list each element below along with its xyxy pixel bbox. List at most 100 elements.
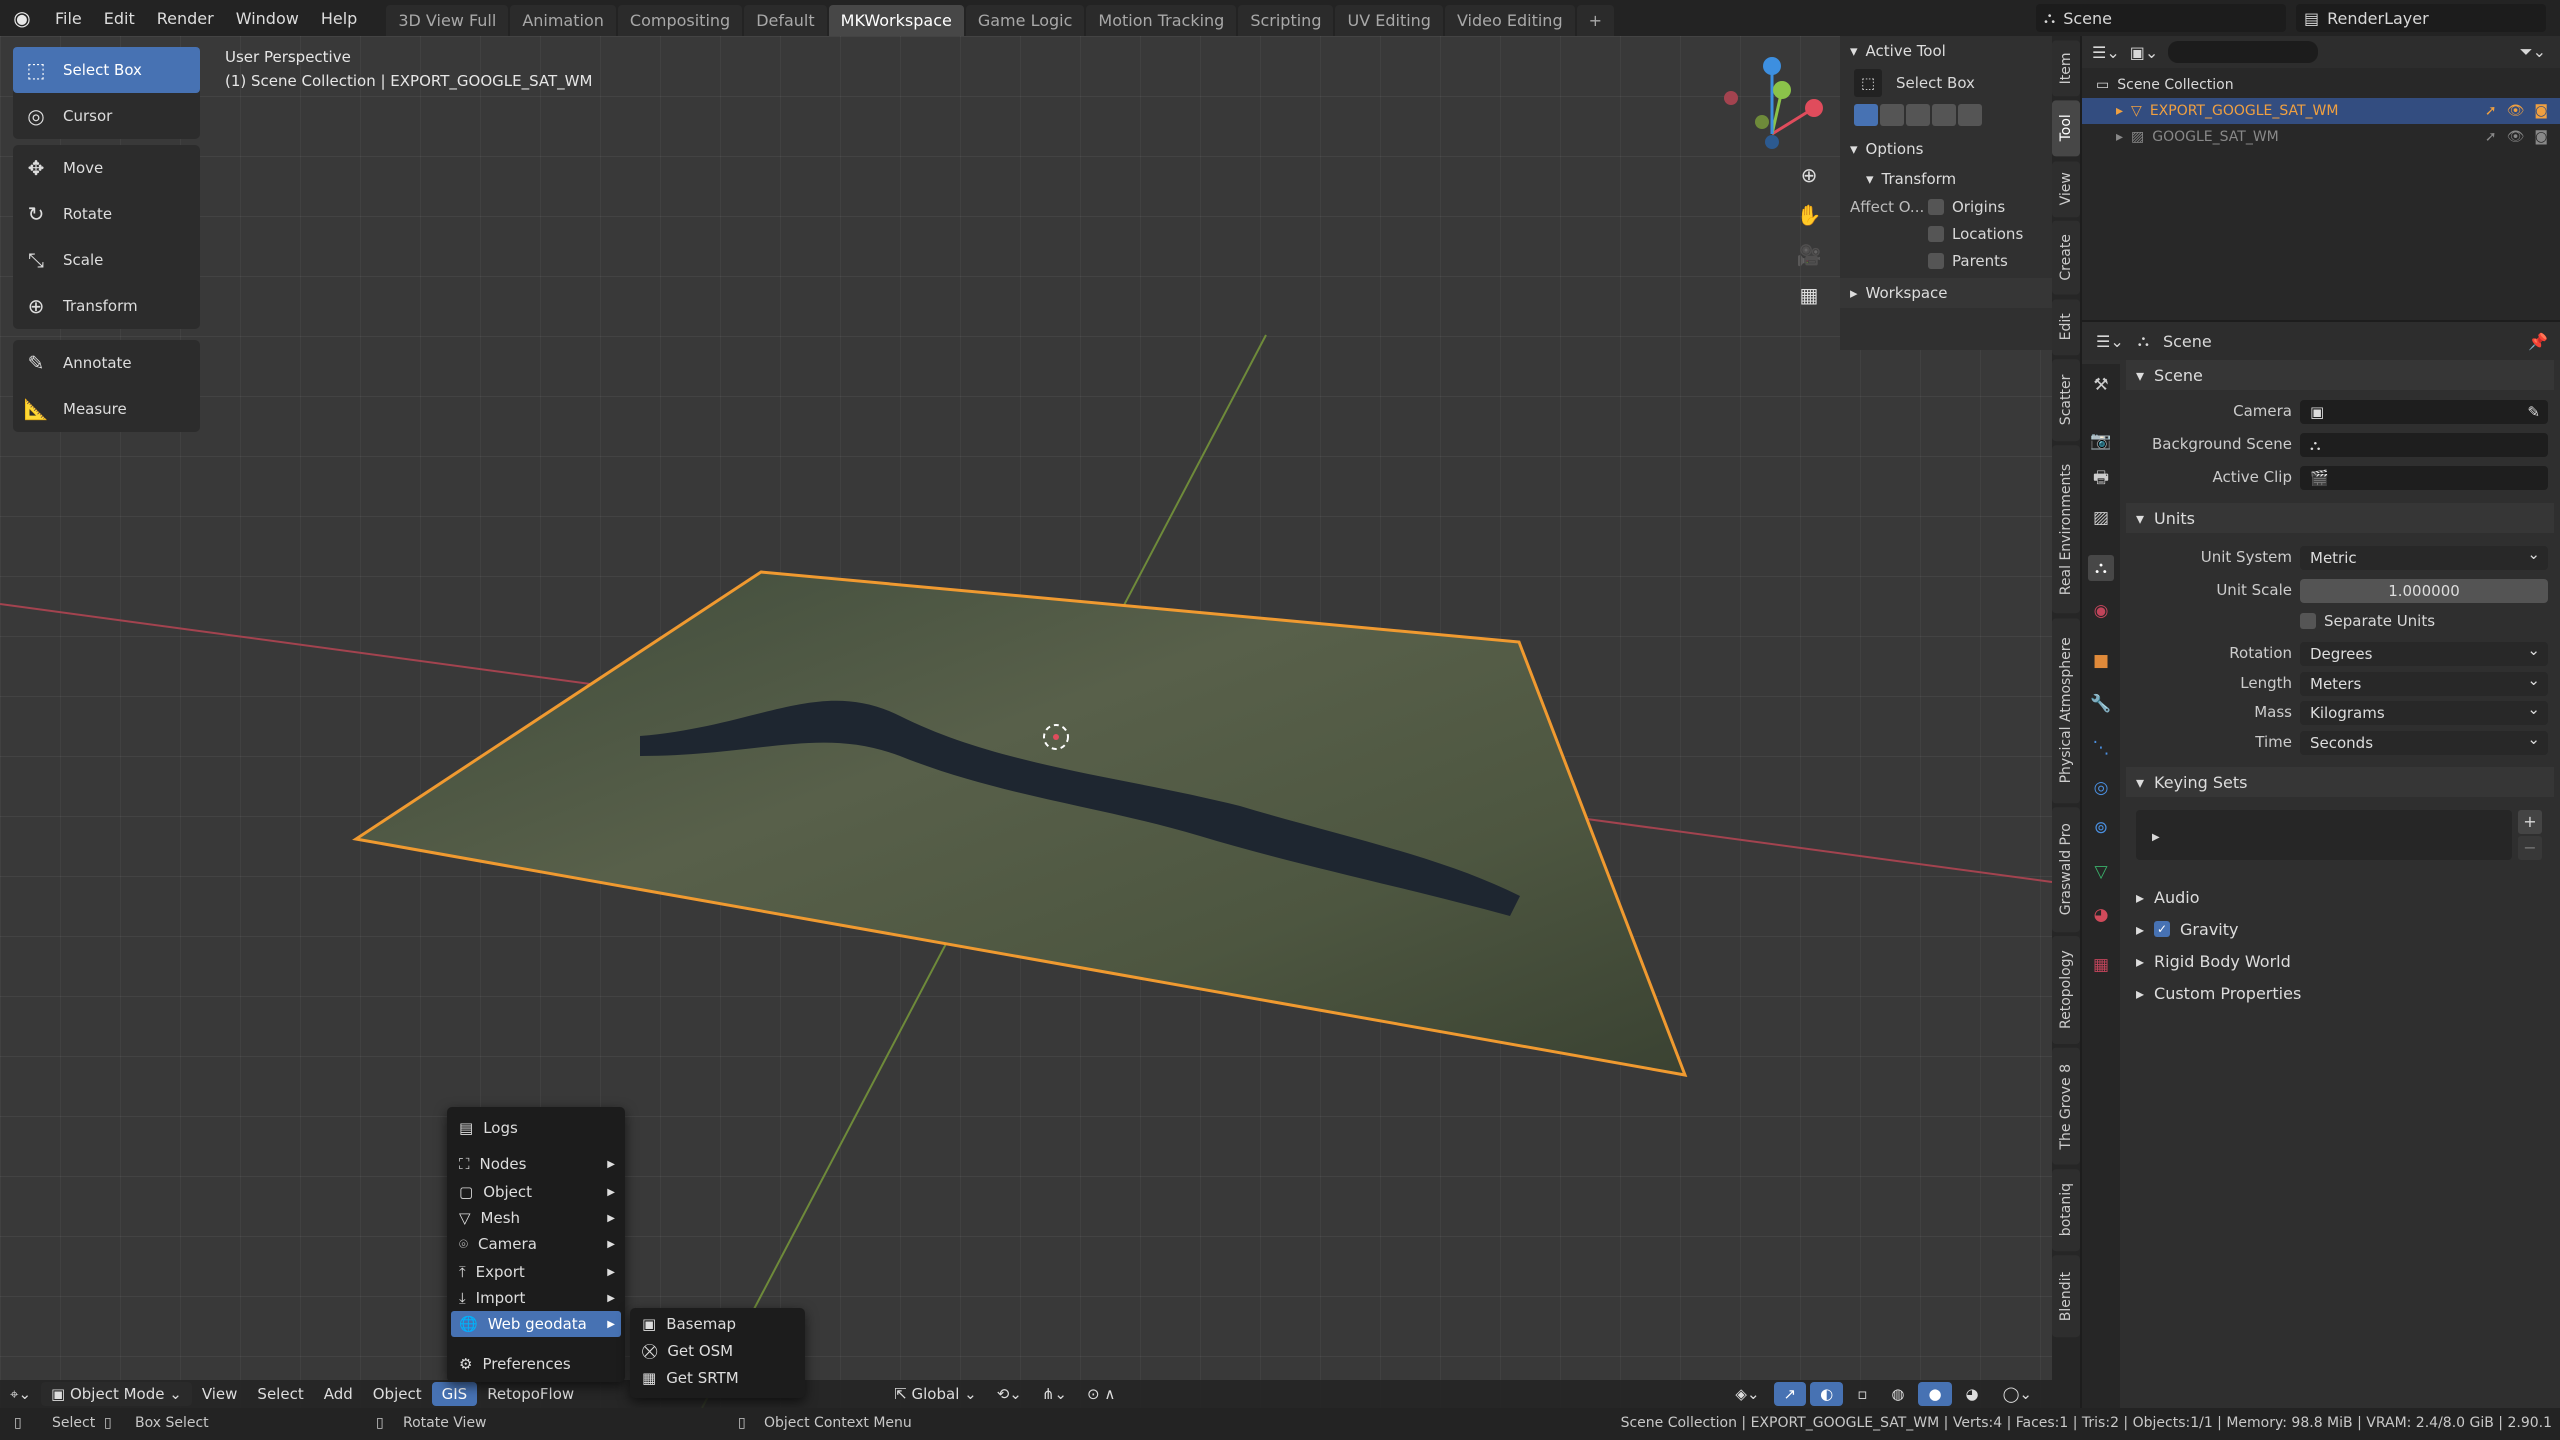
outliner-row[interactable]: ▸ ▨ GOOGLE_SAT_WM ➚ 👁 ◙	[2082, 124, 2560, 150]
menu-item-import[interactable]: ⤓ Import ▶	[451, 1285, 621, 1311]
tool-rotate[interactable]: ↻ Rotate	[13, 191, 200, 237]
orientation-dropdown[interactable]: ⇱ Global ⌄	[884, 1382, 987, 1406]
menu-item-mesh[interactable]: ▽ Mesh ▶	[451, 1205, 621, 1231]
display-mode-icon[interactable]: ▣⌄	[2130, 43, 2159, 62]
gravity-panel-header[interactable]: ▸ ✓ Gravity	[2126, 914, 2554, 944]
scene-panel-header[interactable]: ▾ Scene	[2126, 360, 2554, 390]
menu-item-logs[interactable]: ▤ Logs	[451, 1115, 621, 1141]
blender-logo-icon[interactable]: ◉	[0, 6, 44, 30]
parents-checkbox[interactable]	[1928, 253, 1944, 269]
menu-item-nodes[interactable]: ⛶ Nodes ▶	[451, 1151, 621, 1177]
mode-subtract-button[interactable]	[1906, 104, 1930, 126]
sidebar-tab-physical-atmosphere[interactable]: Physical Atmosphere	[2052, 617, 2080, 803]
menu-item-export[interactable]: ⤒ Export ▶	[451, 1259, 621, 1285]
camera-view-icon[interactable]: 🎥	[1792, 238, 1826, 272]
texture-icon[interactable]: ▦	[2088, 952, 2114, 978]
menu-object[interactable]: Object	[363, 1382, 432, 1406]
proportional-editing-icon[interactable]: ⊙ ∧	[1077, 1382, 1125, 1406]
workspace-header[interactable]: ▸ Workspace	[1840, 278, 2052, 308]
editor-type-icon[interactable]: ☰⌄	[2096, 332, 2124, 351]
affect-locations[interactable]: Locations	[1928, 225, 2023, 243]
3d-viewport[interactable]: User Perspective (1) Scene Collection | …	[0, 36, 2052, 1408]
menu-retopoflow[interactable]: RetopoFlow	[477, 1382, 584, 1406]
tool-scale[interactable]: ⤡ Scale	[13, 237, 200, 283]
eye-icon[interactable]: 👁	[2507, 103, 2525, 119]
select-arrow-icon[interactable]: ➚	[2485, 103, 2497, 119]
snap-icon[interactable]: ⋔⌄	[1032, 1382, 1077, 1406]
menu-item-camera[interactable]: ⌾ Camera ▶	[451, 1231, 621, 1257]
menu-window[interactable]: Window	[225, 9, 310, 28]
sidebar-tab-retopology[interactable]: Retopology	[2052, 936, 2080, 1045]
sidebar-tab-tool[interactable]: Tool	[2052, 100, 2080, 157]
tab-compositing[interactable]: Compositing	[617, 5, 743, 36]
sidebar-tab-view[interactable]: View	[2052, 160, 2080, 218]
separate-units-checkbox[interactable]	[2300, 613, 2316, 629]
object-mode-dropdown[interactable]: ▣ Object Mode ⌄	[41, 1382, 192, 1406]
outliner-row[interactable]: ▸ ▽ EXPORT_GOOGLE_SAT_WM ➚ 👁 ◙	[2082, 98, 2560, 124]
pin-icon[interactable]: 📌	[2528, 332, 2548, 351]
eye-icon[interactable]: 👁	[2507, 129, 2525, 145]
affect-parents[interactable]: Parents	[1928, 252, 2008, 270]
gizmo-toggle-icon[interactable]: ↗	[1773, 1382, 1807, 1406]
menu-gis[interactable]: GIS	[431, 1382, 478, 1406]
affect-origins[interactable]: Origins	[1928, 198, 2005, 216]
tool-move[interactable]: ✥ Move	[13, 145, 200, 191]
select-arrow-icon[interactable]: ➚	[2485, 129, 2497, 145]
menu-help[interactable]: Help	[310, 9, 368, 28]
remove-keying-set-button[interactable]: −	[2518, 836, 2542, 860]
mode-new-button[interactable]	[1854, 104, 1878, 126]
mode-extend-button[interactable]	[1880, 104, 1904, 126]
overlay-toggle-icon[interactable]: ◐	[1810, 1382, 1844, 1406]
tab-uv-editing[interactable]: UV Editing	[1335, 5, 1443, 36]
outliner-row[interactable]: ▭ Scene Collection	[2082, 72, 2560, 98]
rigid-body-world-panel-header[interactable]: ▸ Rigid Body World	[2126, 946, 2554, 976]
tab-scripting[interactable]: Scripting	[1238, 5, 1334, 36]
gravity-checkbox[interactable]: ✓	[2154, 921, 2171, 937]
world-icon[interactable]: ◉	[2088, 598, 2114, 624]
sidebar-tab-edit[interactable]: Edit	[2052, 298, 2080, 356]
material-shading-icon[interactable]: ◕	[1956, 1382, 1989, 1406]
editor-type-icon[interactable]: ⌖⌄	[0, 1382, 41, 1406]
tab-game-logic[interactable]: Game Logic	[965, 5, 1085, 36]
visibility-icon[interactable]: ◈⌄	[1725, 1382, 1769, 1406]
menu-item-basemap[interactable]: ▣ Basemap	[634, 1311, 801, 1337]
time-dropdown[interactable]: Seconds	[2300, 727, 2548, 755]
tab-default[interactable]: Default	[744, 5, 827, 36]
active-tool-header[interactable]: ▾ Active Tool	[1840, 36, 2052, 66]
sidebar-tab-real-environments[interactable]: Real Environments	[2052, 445, 2080, 614]
data-icon[interactable]: ▽	[2088, 859, 2114, 885]
menu-item-web-geodata[interactable]: 🌐 Web geodata ▶	[451, 1311, 621, 1337]
custom-properties-panel-header[interactable]: ▸ Custom Properties	[2126, 978, 2554, 1008]
expand-arrow-icon[interactable]: ▸	[2116, 103, 2123, 119]
camera-field[interactable]: ▣ ✎	[2300, 400, 2548, 424]
menu-select[interactable]: Select	[247, 1382, 313, 1406]
tab-3d-view-full[interactable]: 3D View Full	[386, 5, 509, 36]
mass-dropdown[interactable]: Kilograms	[2300, 697, 2548, 725]
audio-panel-header[interactable]: ▸ Audio	[2126, 882, 2554, 912]
mode-invert-button[interactable]	[1932, 104, 1956, 126]
sidebar-tab-botaniq[interactable]: botaniq	[2052, 1168, 2080, 1251]
editor-type-icon[interactable]: ☰⌄	[2092, 43, 2120, 62]
rendered-shading-icon[interactable]: ◯⌄	[1993, 1382, 2042, 1406]
solid-shading-icon[interactable]: ●	[1918, 1382, 1952, 1406]
keying-sets-panel-header[interactable]: ▾ Keying Sets	[2126, 767, 2554, 797]
filter-icon[interactable]: ⏷⌄	[2520, 42, 2546, 62]
view-layer-icon[interactable]: ▨	[2088, 505, 2114, 531]
transform-subheader[interactable]: ▾ Transform	[1840, 164, 2052, 194]
add-workspace-button[interactable]: +	[1576, 5, 1614, 36]
tool-transform[interactable]: ⊕ Transform	[13, 283, 200, 329]
tool-measure[interactable]: 📐 Measure	[13, 386, 200, 432]
sidebar-tab-scatter[interactable]: Scatter	[2052, 359, 2080, 442]
rotation-dropdown[interactable]: Degrees	[2300, 638, 2548, 666]
tab-video-editing[interactable]: Video Editing	[1444, 5, 1575, 36]
expand-arrow-icon[interactable]: ▸	[2116, 129, 2123, 145]
unit-system-dropdown[interactable]: Metric	[2300, 542, 2548, 570]
sidebar-tab-create[interactable]: Create	[2052, 221, 2080, 295]
menu-item-preferences[interactable]: ⚙ Preferences	[451, 1351, 621, 1377]
sidebar-tab-item[interactable]: Item	[2052, 40, 2080, 97]
options-header[interactable]: ▾ Options	[1840, 134, 2052, 164]
menu-file[interactable]: File	[44, 9, 93, 28]
render-camera-icon[interactable]: ◙	[2534, 103, 2548, 119]
menu-item-object[interactable]: ▢ Object ▶	[451, 1179, 621, 1205]
sidebar-tab-graswald-pro[interactable]: Graswald Pro	[2052, 807, 2080, 933]
